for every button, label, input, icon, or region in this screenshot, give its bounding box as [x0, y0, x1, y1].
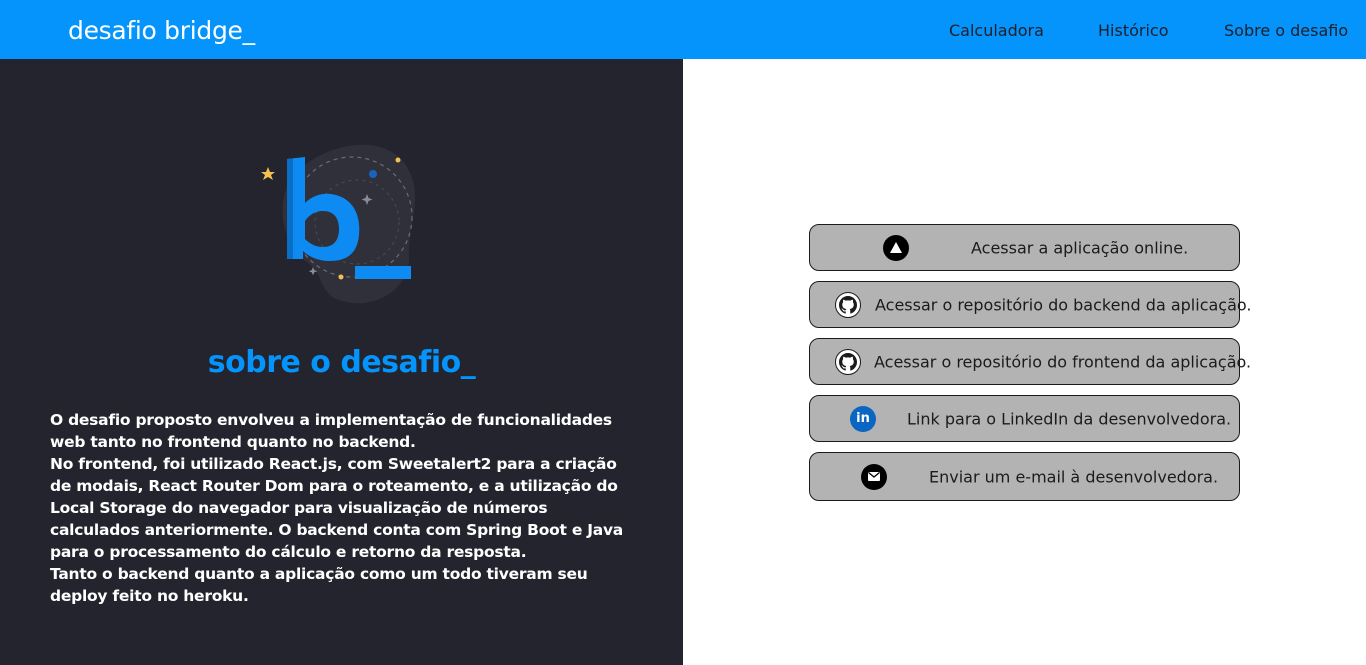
vercel-triangle-icon	[883, 234, 909, 261]
top-navbar: desafio bridge_ Calculadora Histórico So…	[0, 0, 1366, 59]
linkedin-icon: in	[850, 405, 876, 432]
bridge-b-logo-icon	[261, 144, 416, 304]
nav-link-sobre-o-desafio[interactable]: Sobre o desafio	[1224, 21, 1348, 40]
about-paragraph-1: O desafio proposto envolveu a implementa…	[50, 411, 612, 451]
frontend-repo-label: Acessar o repositório do frontend da apl…	[874, 352, 1252, 371]
nav-link-calculadora[interactable]: Calculadora	[949, 21, 1044, 40]
brand-logo-link[interactable]: desafio bridge_	[68, 16, 255, 45]
github-icon	[835, 348, 861, 375]
send-email-label: Enviar um e-mail à desenvolvedora.	[929, 467, 1219, 486]
frontend-repo-button[interactable]: Acessar o repositório do frontend da apl…	[809, 338, 1251, 385]
github-icon	[835, 291, 861, 318]
email-icon	[861, 463, 887, 490]
about-title: sobre o desafio_	[207, 345, 476, 380]
send-email-button[interactable]: Enviar um e-mail à desenvolvedora.	[809, 452, 1240, 501]
backend-repo-label: Acessar o repositório do backend da apli…	[875, 295, 1252, 314]
linkedin-label: Link para o LinkedIn da desenvolvedora.	[907, 409, 1232, 428]
backend-repo-button[interactable]: Acessar o repositório do backend da apli…	[809, 281, 1251, 328]
linkedin-button[interactable]: in Link para o LinkedIn da desenvolvedor…	[809, 395, 1240, 442]
nav-link-historico[interactable]: Histórico	[1098, 21, 1168, 40]
open-app-online-button[interactable]: Acessar a aplicação online.	[809, 224, 1240, 271]
about-paragraph-2: No frontend, foi utilizado React.js, com…	[50, 455, 624, 561]
about-paragraph-3: Tanto o backend quanto a aplicação como …	[50, 565, 588, 605]
about-description: O desafio proposto envolveu a implementa…	[50, 409, 640, 607]
open-app-online-label: Acessar a aplicação online.	[971, 238, 1189, 257]
